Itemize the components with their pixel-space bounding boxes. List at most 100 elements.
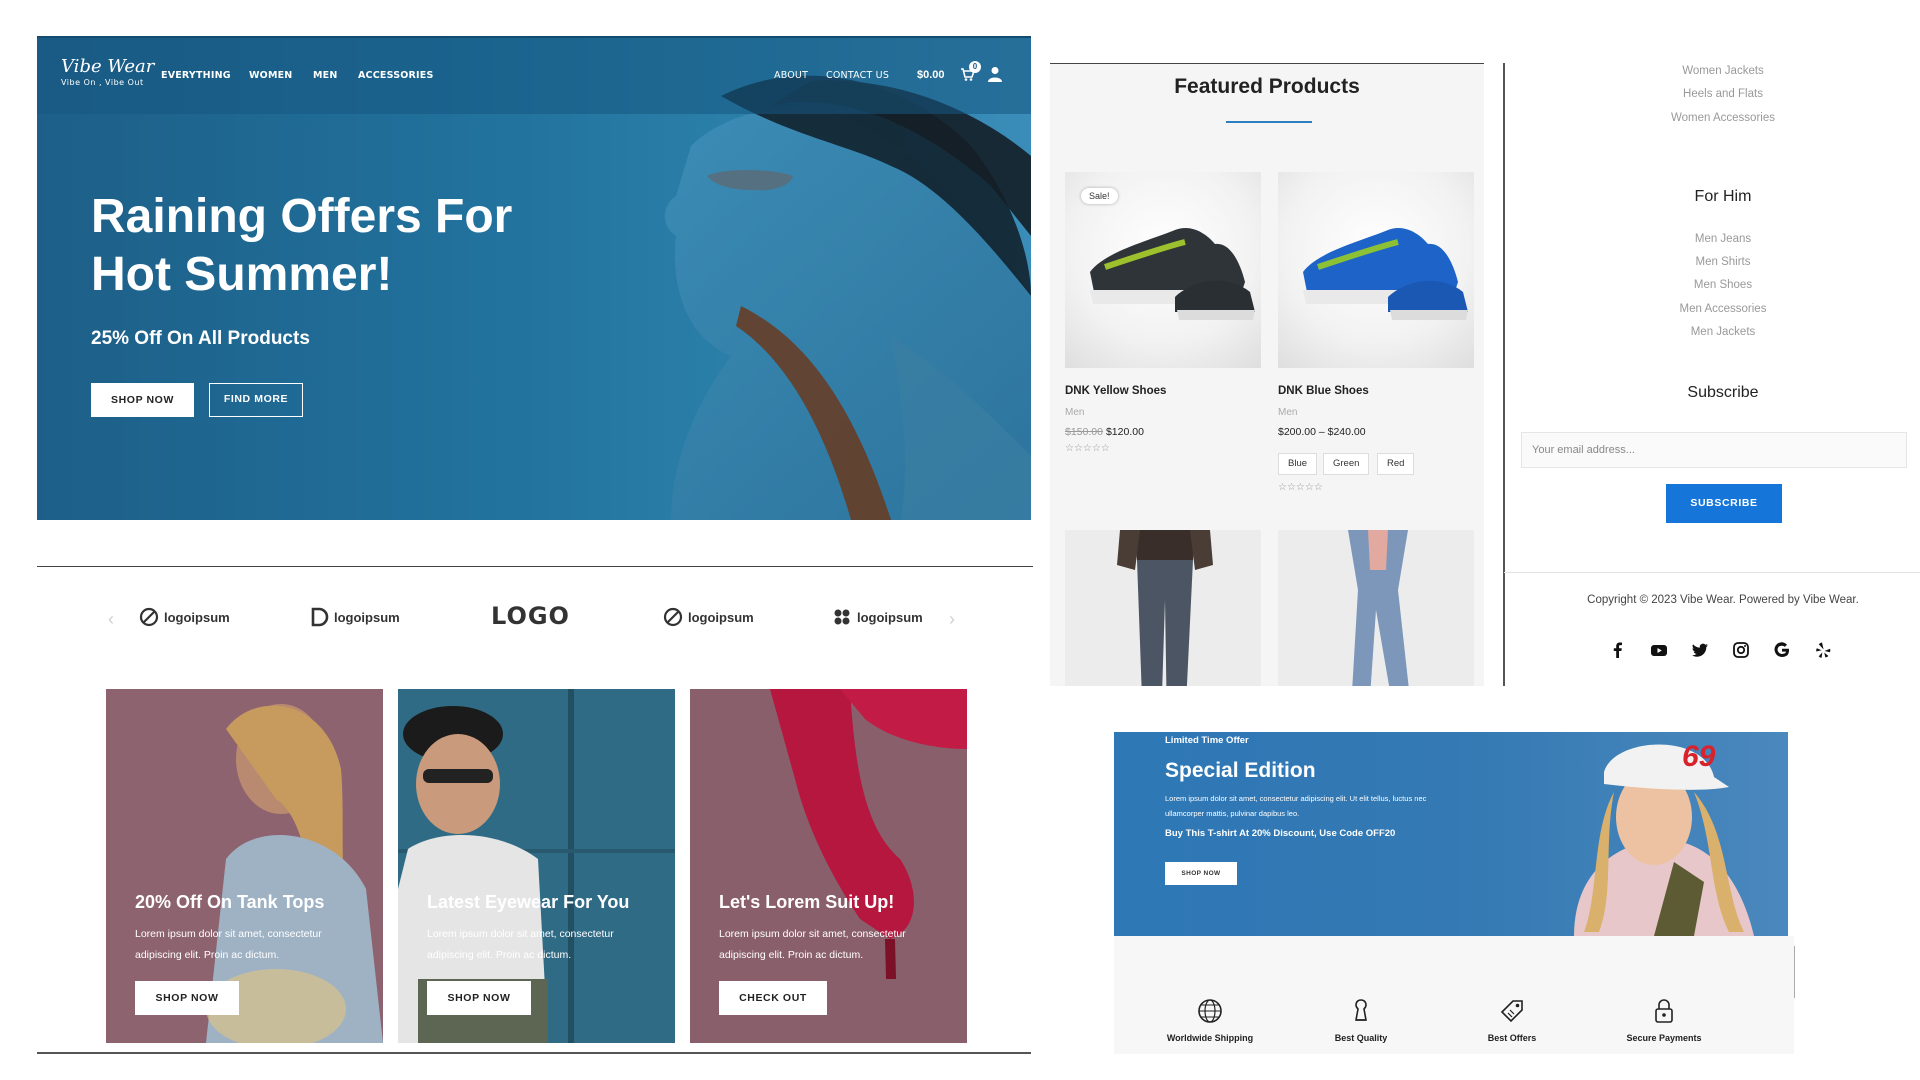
special-shop-now-button[interactable]: SHOP NOW	[1165, 862, 1237, 885]
product-name[interactable]: DNK Blue Shoes	[1278, 385, 1369, 397]
promo-check-out-button[interactable]: CHECK OUT	[719, 981, 827, 1015]
promo-text: Lorem ipsum dolor sit amet, consectetur …	[719, 928, 906, 961]
footer-link-men-jackets[interactable]: Men Jackets	[1510, 326, 1920, 338]
feature-label: Best Quality	[1334, 1033, 1388, 1043]
product-name[interactable]: DNK Yellow Shoes	[1065, 385, 1166, 397]
featured-title: Featured Products	[1174, 75, 1360, 98]
tag-icon	[1500, 1000, 1523, 1023]
features-bar-edge	[1794, 946, 1795, 998]
site-logo[interactable]: Vibe Wear Vibe On , Vibe Out	[61, 56, 155, 88]
nav-about[interactable]: ABOUT	[774, 70, 808, 81]
feature-label: Best Offers	[1487, 1033, 1537, 1043]
logo-tagline: Vibe On , Vibe Out	[61, 78, 144, 87]
copyright-text: Copyright © 2023 Vibe Wear. Powered by V…	[1587, 594, 1859, 606]
product-category: Men	[1065, 407, 1085, 418]
youtube-icon[interactable]	[1650, 641, 1668, 659]
partner-mark-icon	[311, 607, 329, 627]
email-input[interactable]	[1521, 432, 1907, 468]
partner-logo-4: logoipsum	[663, 607, 754, 627]
google-icon[interactable]	[1773, 641, 1791, 659]
partner-mark-icon	[139, 607, 159, 627]
footer-link-women-accessories[interactable]: Women Accessories	[1510, 112, 1920, 124]
product-image-light-jeans[interactable]	[1278, 530, 1474, 686]
promo-title: 20% Off On Tank Tops	[135, 892, 325, 912]
partner-logo-3: LOGO	[491, 602, 570, 630]
for-him-heading: For Him	[1694, 188, 1752, 205]
partner-logo-5: logoipsum	[832, 607, 923, 627]
nav-everything[interactable]: EVERYTHING	[161, 70, 231, 81]
section-divider	[37, 1052, 1031, 1054]
nav-accessories[interactable]: ACCESSORIES	[358, 70, 434, 81]
partner-name: logoipsum	[164, 609, 230, 625]
partner-name: logoipsum	[688, 609, 754, 625]
swatch-green[interactable]: Green	[1323, 453, 1370, 475]
partner-logo-1: logoipsum	[139, 607, 230, 627]
hero-subtitle: 25% Off On All Products	[91, 328, 310, 349]
facebook-icon[interactable]	[1609, 641, 1627, 659]
cart-count-badge: 0	[969, 61, 981, 73]
featured-title-underline	[1226, 121, 1312, 123]
partner-mark-icon	[834, 609, 850, 625]
nav-men[interactable]: MEN	[313, 70, 338, 81]
promo-shop-now-button[interactable]: SHOP NOW	[427, 981, 531, 1015]
hero-find-more-button[interactable]: FIND MORE	[209, 383, 303, 417]
promo-card-tank-tops[interactable]: 20% Off On Tank Tops Lorem ipsum dolor s…	[106, 689, 383, 1043]
strip-prev-arrow[interactable]: ‹	[108, 609, 114, 630]
feature-label: Worldwide Shipping	[1166, 1033, 1254, 1043]
partner-logo-2: logoipsum	[309, 607, 400, 627]
promo-title: Latest Eyewear For You	[427, 892, 630, 912]
partner-name: logoipsum	[857, 609, 923, 625]
footer-link-men-accessories[interactable]: Men Accessories	[1510, 303, 1920, 315]
logo-name: Vibe Wear	[61, 56, 155, 77]
product-image-yellow-shoes[interactable]: Sale!	[1065, 172, 1261, 368]
promo-card-suit-up[interactable]: Let's Lorem Suit Up! Lorem ipsum dolor s…	[690, 689, 967, 1043]
nav-contact-us[interactable]: CONTACT US	[826, 70, 889, 81]
product-rating: ☆☆☆☆☆	[1065, 443, 1110, 454]
swatch-red[interactable]: Red	[1377, 453, 1415, 475]
dark-jeans-graphic	[1117, 530, 1213, 686]
feature-label: Secure Payments	[1626, 1033, 1702, 1043]
footer-divider	[1504, 572, 1920, 573]
featured-products-section: Featured Products Sale! DNK Yellow Shoes…	[1050, 63, 1484, 686]
promo-card-eyewear[interactable]: Latest Eyewear For You Lorem ipsum dolor…	[398, 689, 675, 1043]
footer-link-men-jeans[interactable]: Men Jeans	[1510, 233, 1920, 245]
yelp-icon[interactable]	[1814, 641, 1832, 659]
hero-title: Raining Offers For Hot Summer!	[91, 190, 513, 301]
hero-shop-now-button[interactable]: SHOP NOW	[91, 383, 194, 417]
footer-link-men-shoes[interactable]: Men Shoes	[1510, 279, 1920, 291]
footer-link-men-shirts[interactable]: Men Shirts	[1510, 256, 1920, 268]
promo-text: Lorem ipsum dolor sit amet, consectetur …	[427, 928, 614, 961]
lock-icon	[1655, 999, 1673, 1023]
product-price: $150.00 $120.00	[1065, 426, 1144, 438]
footer-link-heels-and-flats[interactable]: Heels and Flats	[1510, 88, 1920, 100]
swatch-blue[interactable]: Blue	[1278, 453, 1318, 475]
product-image-dark-jeans[interactable]	[1065, 530, 1261, 686]
promo-shop-now-button[interactable]: SHOP NOW	[135, 981, 239, 1015]
special-eyebrow: Limited Time Offer	[1165, 735, 1249, 746]
user-icon[interactable]	[988, 66, 1002, 82]
product-image-blue-shoes[interactable]	[1278, 172, 1474, 368]
product-category: Men	[1278, 407, 1298, 418]
cart-total[interactable]: $0.00	[917, 69, 945, 81]
partner-mark-icon	[663, 607, 683, 627]
subscribe-button[interactable]: SUBSCRIBE	[1666, 484, 1782, 523]
nav-women[interactable]: WOMEN	[249, 70, 292, 81]
blue-shoe-graphic	[1303, 227, 1468, 320]
special-text: Lorem ipsum dolor sit amet, consectetur …	[1165, 794, 1427, 818]
sale-badge: Sale!	[1081, 188, 1118, 204]
partner-logo-strip: ‹ logoipsum logoipsum LOGO logoipsum log…	[37, 566, 1033, 656]
site-header: Vibe Wear Vibe On , Vibe Out EVERYTHING …	[37, 36, 1031, 114]
strip-next-arrow[interactable]: ›	[949, 609, 955, 630]
instagram-icon[interactable]	[1732, 641, 1750, 659]
product-price: $200.00 – $240.00	[1278, 426, 1366, 438]
twitter-icon[interactable]	[1691, 641, 1709, 659]
cap-number: 69	[1682, 740, 1716, 773]
product-sale-price: $120.00	[1105, 426, 1144, 438]
partner-name: LOGO	[491, 602, 570, 630]
partner-name: logoipsum	[334, 609, 400, 625]
product-rating: ☆☆☆☆☆	[1278, 482, 1323, 493]
special-edition-banner: 69 Limited Time Offer Special Edition Lo…	[1114, 732, 1788, 936]
sidebar-divider	[1503, 63, 1505, 686]
quality-icon	[1355, 999, 1367, 1021]
footer-link-women-jackets[interactable]: Women Jackets	[1510, 65, 1920, 77]
